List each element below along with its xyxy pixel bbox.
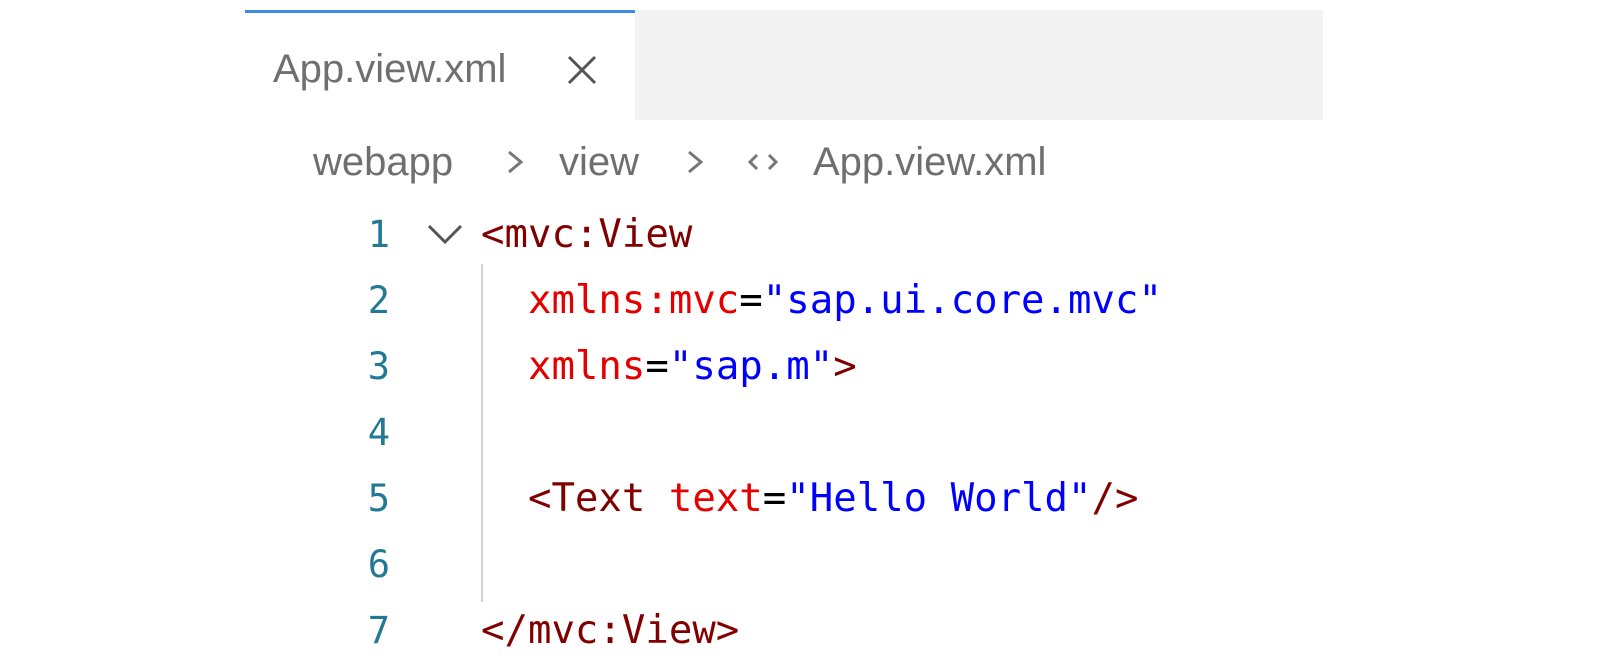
code-editor: App.view.xml webapp view App.view.xml 1 <… bbox=[245, 10, 1323, 668]
code-line[interactable]: 3 xmlns="sap.m"> bbox=[245, 334, 1323, 400]
code-token-attr: xmlns bbox=[481, 344, 646, 389]
code-token-attr: text bbox=[668, 476, 763, 521]
code-text: xmlns="sap.m"> bbox=[481, 334, 857, 400]
line-number: 7 bbox=[367, 609, 390, 652]
line-number: 3 bbox=[367, 345, 390, 388]
line-number: 1 bbox=[367, 213, 390, 256]
code-token-str: "Hello World" bbox=[786, 476, 1092, 521]
chevron-right-icon bbox=[508, 150, 524, 174]
breadcrumb-item-view[interactable]: view bbox=[559, 136, 639, 188]
code-token-tag: <Text bbox=[481, 476, 669, 521]
code-area[interactable]: 1 <mvc:View 2 xmlns:mvc="sap.ui.core.mvc" 3… bbox=[245, 208, 1323, 668]
line-number: 4 bbox=[367, 411, 390, 454]
code-token-tag: </mvc:View> bbox=[481, 608, 740, 653]
code-token-eq: = bbox=[762, 476, 787, 521]
code-line[interactable]: 2 xmlns:mvc="sap.ui.core.mvc" bbox=[245, 268, 1323, 334]
breadcrumb-item-file[interactable]: App.view.xml bbox=[813, 136, 1046, 188]
code-token-str: "sap.ui.core.mvc" bbox=[762, 278, 1162, 323]
line-number: 2 bbox=[367, 279, 390, 322]
code-text: xmlns:mvc="sap.ui.core.mvc" bbox=[481, 268, 1162, 334]
code-token-eq: = bbox=[739, 278, 763, 323]
line-number: 6 bbox=[367, 543, 390, 586]
code-text: <Text text="Hello World"/> bbox=[481, 466, 1139, 532]
code-line[interactable]: 4 bbox=[245, 400, 1323, 466]
code-token-str: "sap.m" bbox=[668, 344, 834, 389]
code-token-tag: > bbox=[833, 344, 857, 389]
code-token-attr: xmlns:mvc bbox=[481, 278, 740, 323]
tab-app-view-xml[interactable]: App.view.xml bbox=[245, 10, 635, 120]
line-number: 5 bbox=[367, 477, 390, 520]
code-line[interactable]: 5 <Text text="Hello World"/> bbox=[245, 466, 1323, 532]
code-line[interactable]: 6 bbox=[245, 532, 1323, 598]
xml-code-icon bbox=[747, 153, 779, 171]
code-text: </mvc:View> bbox=[481, 598, 739, 664]
code-token-tag: <mvc:View bbox=[481, 212, 693, 257]
tab-label: App.view.xml bbox=[273, 47, 507, 91]
code-text: <mvc:View bbox=[481, 202, 692, 268]
code-token-tag: /> bbox=[1091, 476, 1139, 521]
tab-bar: App.view.xml bbox=[245, 10, 1323, 120]
chevron-right-icon bbox=[688, 150, 704, 174]
code-token-eq: = bbox=[645, 344, 669, 389]
breadcrumb-item-webapp[interactable]: webapp bbox=[313, 136, 453, 188]
close-icon[interactable] bbox=[563, 51, 601, 89]
code-line[interactable]: 1 <mvc:View bbox=[245, 202, 1323, 268]
chevron-down-icon[interactable] bbox=[425, 216, 465, 252]
code-line[interactable]: 7 </mvc:View> bbox=[245, 598, 1323, 664]
